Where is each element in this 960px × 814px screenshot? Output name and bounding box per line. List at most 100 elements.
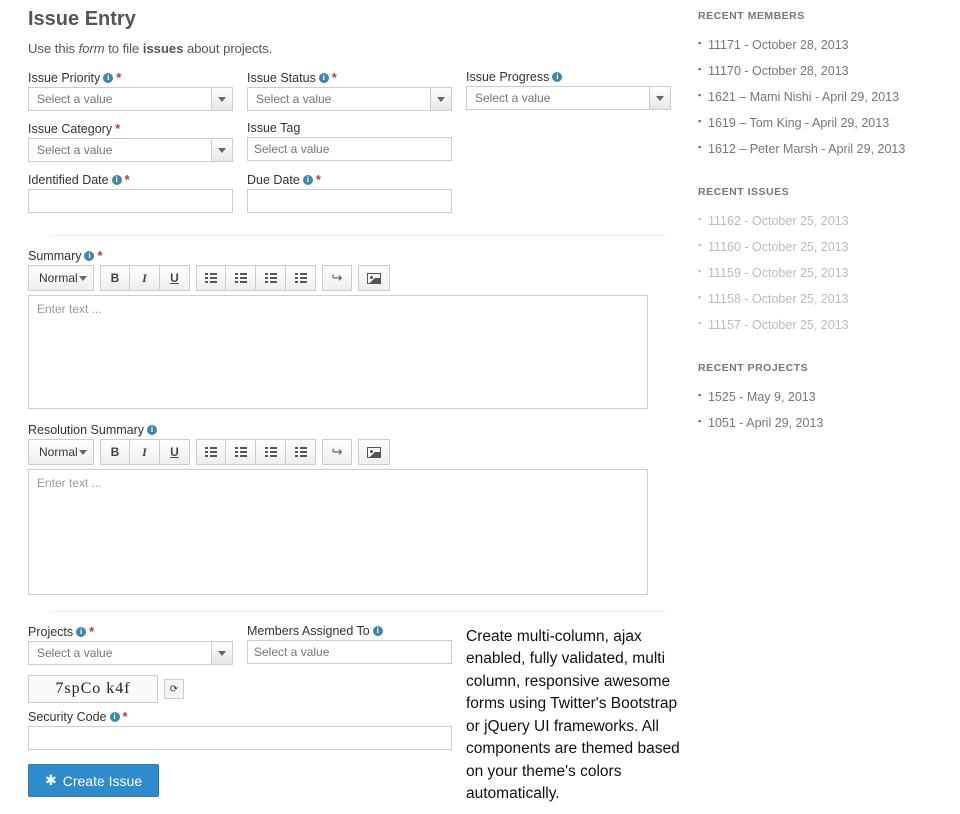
list-item[interactable]: 11171 - October 28, 2013: [698, 32, 948, 58]
chevron-down-icon: [218, 651, 226, 656]
chevron-down-icon: [218, 148, 226, 153]
issue-tag-input[interactable]: [247, 137, 452, 161]
refresh-icon: ⟳: [170, 684, 178, 695]
list-item[interactable]: 1619 – Tom King - April 29, 2013: [698, 110, 948, 136]
list-item[interactable]: 11158 - October 25, 2013: [698, 286, 948, 312]
recent-issues-heading: RECENT ISSUES: [698, 186, 948, 198]
info-icon[interactable]: i: [373, 626, 383, 636]
bold-button[interactable]: B: [100, 265, 130, 291]
link-button[interactable]: [322, 265, 352, 291]
indent-button[interactable]: [286, 439, 316, 465]
recent-projects-list: 1525 - May 9, 2013 1051 - April 29, 2013: [698, 384, 948, 436]
resolution-editor[interactable]: Enter text ...: [28, 469, 648, 595]
info-icon[interactable]: i: [319, 73, 329, 83]
required-icon: *: [332, 70, 337, 85]
summary-editor[interactable]: Enter text ...: [28, 295, 648, 409]
members-label: Members Assigned To i: [247, 624, 452, 638]
issue-tag-label: Issue Tag: [247, 121, 452, 135]
summary-label: Summary i *: [28, 248, 688, 263]
recent-members-heading: RECENT MEMBERS: [698, 10, 948, 22]
chevron-down-icon: [218, 97, 226, 102]
issue-category-dropdown-button[interactable]: [211, 138, 233, 162]
issue-status-label: Issue Status i *: [247, 70, 452, 85]
intro-mid: to file: [105, 41, 143, 56]
bullet-list-button[interactable]: [196, 265, 226, 291]
list-item[interactable]: 1525 - May 9, 2013: [698, 384, 948, 410]
info-icon[interactable]: i: [110, 712, 120, 722]
page-title: Issue Entry: [28, 8, 688, 31]
info-icon[interactable]: i: [103, 73, 113, 83]
chevron-down-icon: [79, 450, 87, 455]
image-button[interactable]: [358, 265, 390, 291]
bold-button[interactable]: B: [100, 439, 130, 465]
outdent-button[interactable]: [256, 265, 286, 291]
issue-priority-select[interactable]: [28, 87, 211, 111]
issue-progress-label: Issue Progress i: [466, 70, 671, 84]
issue-priority-dropdown-button[interactable]: [211, 87, 233, 111]
projects-dropdown-button[interactable]: [211, 641, 233, 665]
list-item[interactable]: 11157 - October 25, 2013: [698, 312, 948, 338]
number-list-button[interactable]: [226, 439, 256, 465]
issue-priority-label: Issue Priority i *: [28, 70, 233, 85]
issue-category-label: Issue Category *: [28, 121, 233, 136]
captcha-refresh-button[interactable]: ⟳: [164, 679, 184, 699]
link-icon: [332, 444, 343, 460]
number-list-icon: [235, 447, 247, 457]
list-item[interactable]: 11159 - October 25, 2013: [698, 260, 948, 286]
list-item[interactable]: 1051 - April 29, 2013: [698, 410, 948, 436]
bullet-list-button[interactable]: [196, 439, 226, 465]
list-item[interactable]: 11160 - October 25, 2013: [698, 234, 948, 260]
indent-icon: [295, 273, 307, 283]
create-issue-button[interactable]: Create Issue: [28, 764, 159, 797]
submit-label: Create Issue: [63, 773, 142, 789]
image-button[interactable]: [358, 439, 390, 465]
captcha-image: 7spCo k4f: [28, 675, 158, 703]
issue-status-dropdown-button[interactable]: [430, 87, 452, 111]
info-icon[interactable]: i: [84, 251, 94, 261]
list-item[interactable]: 1612 – Peter Marsh - April 29, 2013: [698, 136, 948, 162]
outdent-button[interactable]: [256, 439, 286, 465]
intro-pre: Use this: [28, 41, 79, 56]
format-dropdown[interactable]: Normal: [28, 265, 94, 291]
projects-select[interactable]: [28, 641, 211, 665]
image-icon: [367, 273, 381, 284]
number-list-button[interactable]: [226, 265, 256, 291]
bug-icon: [45, 772, 57, 789]
chevron-down-icon: [79, 276, 87, 281]
indent-button[interactable]: [286, 265, 316, 291]
italic-button[interactable]: I: [130, 439, 160, 465]
issue-progress-select[interactable]: [466, 86, 649, 110]
intro-text: Use this form to file issues about proje…: [28, 41, 688, 56]
format-dropdown[interactable]: Normal: [28, 439, 94, 465]
issue-status-select[interactable]: [247, 87, 430, 111]
italic-icon: I: [142, 271, 147, 286]
required-icon: *: [316, 172, 321, 187]
info-icon[interactable]: i: [552, 72, 562, 82]
link-icon: [332, 270, 343, 286]
recent-projects-heading: RECENT PROJECTS: [698, 362, 948, 374]
issue-progress-dropdown-button[interactable]: [649, 86, 671, 110]
outdent-icon: [265, 447, 277, 457]
security-code-input[interactable]: [28, 726, 452, 750]
required-icon: *: [89, 624, 94, 639]
due-date-input[interactable]: [247, 189, 452, 213]
chevron-down-icon: [437, 97, 445, 102]
link-button[interactable]: [322, 439, 352, 465]
list-item[interactable]: 1621 – Mami Nishi - April 29, 2013: [698, 84, 948, 110]
info-icon[interactable]: i: [303, 175, 313, 185]
info-icon[interactable]: i: [112, 175, 122, 185]
underline-button[interactable]: U: [160, 439, 190, 465]
issue-category-select[interactable]: [28, 138, 211, 162]
identified-date-label: Identified Date i *: [28, 172, 233, 187]
info-icon[interactable]: i: [147, 425, 157, 435]
identified-date-input[interactable]: [28, 189, 233, 213]
required-icon: *: [123, 709, 128, 724]
list-item[interactable]: 11170 - October 28, 2013: [698, 58, 948, 84]
list-item[interactable]: 11162 - October 25, 2013: [698, 208, 948, 234]
members-input[interactable]: [247, 640, 452, 664]
info-icon[interactable]: i: [76, 627, 86, 637]
italic-button[interactable]: I: [130, 265, 160, 291]
indent-icon: [295, 447, 307, 457]
underline-button[interactable]: U: [160, 265, 190, 291]
bullet-list-icon: [205, 273, 217, 283]
